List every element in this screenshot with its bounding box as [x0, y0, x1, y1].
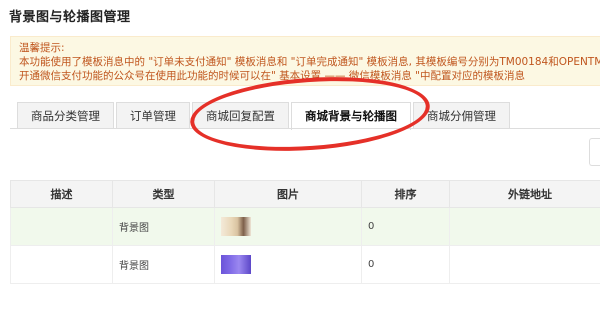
cell-link — [449, 245, 600, 284]
cell-sort: 0 — [361, 245, 450, 284]
notice-line-2: 开通微信支付功能的公众号在使用此功能的时候可以在" 基本设置 —— 微信模板消息… — [19, 70, 526, 82]
page-title: 背景图与轮播图管理 — [9, 10, 131, 25]
table-header-row: 描述 类型 图片 排序 外链地址 — [10, 180, 600, 208]
header-sort: 排序 — [361, 180, 450, 208]
notice-line-1: 本功能使用了模板消息中的 "订单未支付通知" 模板消息和 "订单完成通知" 模板… — [19, 56, 600, 68]
tab-commission[interactable]: 商城分佣管理 — [413, 102, 510, 129]
notice-heading: 温馨提示: — [19, 42, 65, 54]
tab-product-category[interactable]: 商品分类管理 — [17, 102, 114, 129]
header-description: 描述 — [10, 180, 113, 208]
header-image: 图片 — [214, 180, 362, 208]
cell-sort: 0 — [361, 207, 450, 246]
image-thumbnail[interactable] — [221, 255, 251, 274]
tab-reply-config[interactable]: 商城回复配置 — [192, 102, 289, 129]
header-link: 外链地址 — [449, 180, 600, 208]
tab-divider — [10, 128, 600, 129]
cell-description — [10, 207, 113, 246]
table-row[interactable]: 背景图 0 — [10, 245, 600, 284]
image-table: 描述 类型 图片 排序 外链地址 背景图 0 背景图 0 — [10, 180, 600, 284]
cell-image — [214, 207, 362, 246]
cell-link — [449, 207, 600, 246]
tab-bar: 商品分类管理 订单管理 商城回复配置 商城背景与轮播图 商城分佣管理 — [17, 102, 512, 130]
table-row[interactable]: 背景图 0 — [10, 207, 600, 246]
cell-image — [214, 245, 362, 284]
header-type: 类型 — [112, 180, 215, 208]
cell-type: 背景图 — [112, 245, 215, 284]
add-button[interactable] — [589, 138, 600, 166]
tab-orders[interactable]: 订单管理 — [116, 102, 190, 129]
tab-background-carousel[interactable]: 商城背景与轮播图 — [291, 102, 411, 130]
cell-type: 背景图 — [112, 207, 215, 246]
notice-box: 温馨提示: 本功能使用了模板消息中的 "订单未支付通知" 模板消息和 "订单完成… — [10, 36, 600, 86]
image-thumbnail[interactable] — [221, 217, 251, 236]
cell-description — [10, 245, 113, 284]
